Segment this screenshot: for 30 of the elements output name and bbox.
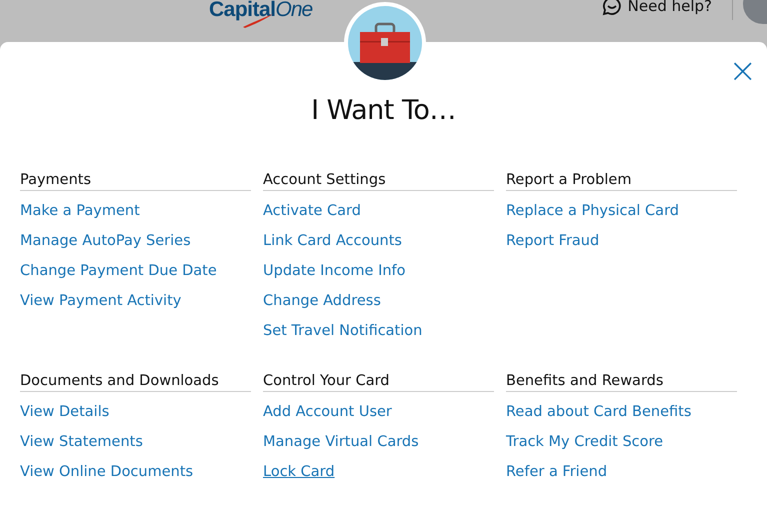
section-heading: Account Settings bbox=[263, 172, 494, 191]
dialog-title: I Want To… bbox=[311, 95, 456, 126]
action-link[interactable]: View Online Documents bbox=[20, 463, 194, 482]
section-heading: Control Your Card bbox=[263, 373, 494, 392]
action-link[interactable]: Manage Virtual Cards bbox=[263, 433, 419, 452]
section-heading: Documents and Downloads bbox=[20, 373, 251, 392]
action-link[interactable]: View Details bbox=[20, 403, 110, 422]
action-link[interactable]: Set Travel Notification bbox=[263, 322, 422, 341]
section-heading: Payments bbox=[20, 172, 251, 191]
action-link[interactable]: View Payment Activity bbox=[20, 292, 182, 311]
logo: CapitalOne bbox=[209, 0, 312, 22]
action-link[interactable]: Track My Credit Score bbox=[506, 433, 664, 452]
action-link[interactable]: Make a Payment bbox=[20, 202, 140, 221]
action-link[interactable]: Change Payment Due Date bbox=[20, 262, 217, 281]
action-link[interactable]: Refer a Friend bbox=[506, 463, 608, 482]
action-link[interactable]: Replace a Physical Card bbox=[506, 202, 679, 221]
action-link[interactable]: Report Fraud bbox=[506, 232, 600, 251]
action-link[interactable]: Link Card Accounts bbox=[263, 232, 402, 251]
action-link[interactable]: Lock Card bbox=[263, 463, 335, 482]
action-link[interactable]: Update Income Info bbox=[263, 262, 406, 281]
section-heading: Report a Problem bbox=[506, 172, 737, 191]
action-link[interactable]: Change Address bbox=[263, 292, 381, 311]
action-link[interactable]: Activate Card bbox=[263, 202, 361, 221]
close-button[interactable]: × bbox=[728, 54, 757, 88]
action-link[interactable]: Manage AutoPay Series bbox=[20, 232, 191, 251]
action-link[interactable]: Add Account User bbox=[263, 403, 392, 422]
chat-icon bbox=[602, 0, 622, 16]
section-heading: Benefits and Rewards bbox=[506, 373, 737, 392]
action-link[interactable]: View Statements bbox=[20, 433, 143, 452]
action-link[interactable]: Read about Card Benefits bbox=[506, 403, 692, 422]
